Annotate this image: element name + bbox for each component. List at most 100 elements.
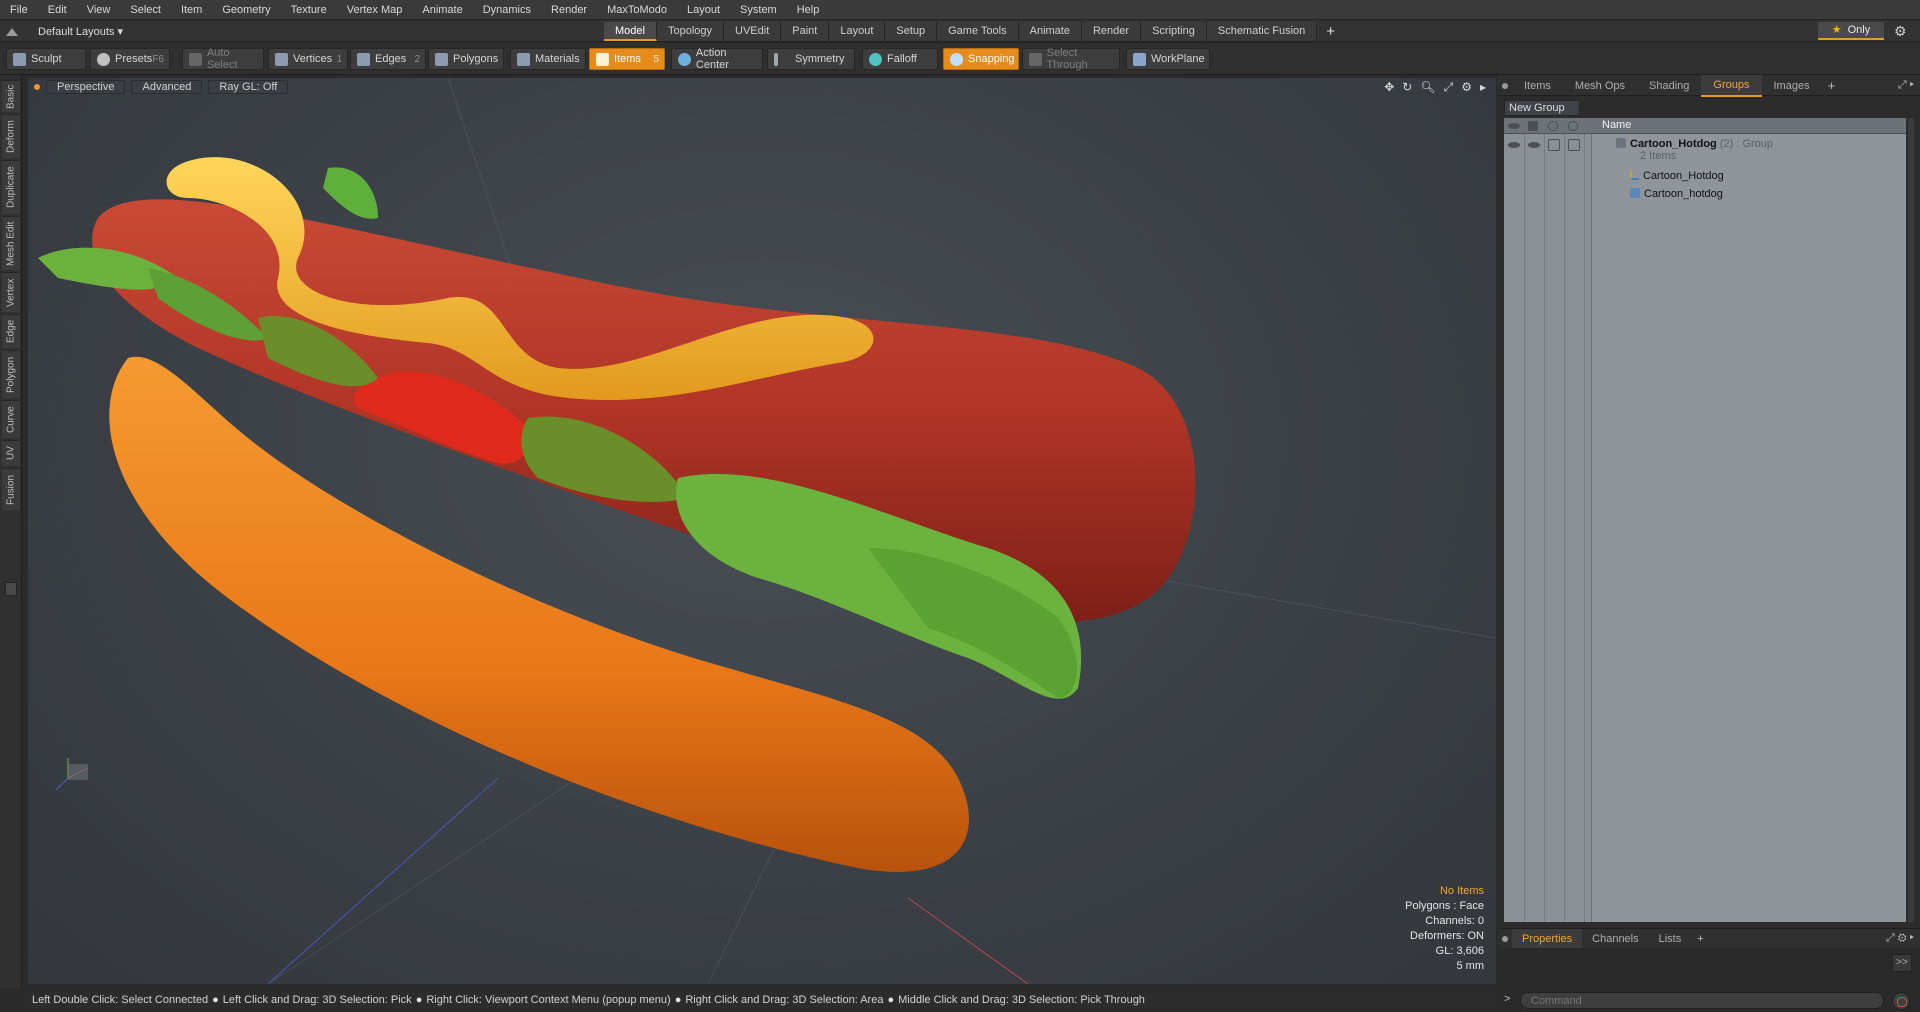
expand-properties-icon[interactable]: >> xyxy=(1892,954,1912,972)
3d-viewport[interactable]: Perspective Advanced Ray GL: Off ✥ ↻ 🔍︎ … xyxy=(28,78,1496,984)
tab-lists[interactable]: Lists xyxy=(1649,929,1692,949)
render-column-icon[interactable] xyxy=(1528,121,1538,131)
name-column-header[interactable]: Name xyxy=(1602,119,1631,131)
tab-polygon[interactable]: Polygon xyxy=(2,350,20,398)
new-group-button[interactable]: New Group xyxy=(1504,100,1580,116)
sculpt-button[interactable]: Sculpt xyxy=(6,48,86,70)
panel-expand-icon[interactable]: ⤢ ▸ xyxy=(1898,79,1914,92)
tab-duplicate[interactable]: Duplicate xyxy=(2,160,20,214)
menu-geometry[interactable]: Geometry xyxy=(212,0,280,20)
presets-button[interactable]: Presets F6 xyxy=(90,48,170,70)
visibility-column-icon[interactable] xyxy=(1508,120,1522,132)
menu-animate[interactable]: Animate xyxy=(412,0,472,20)
group-visibility-icon[interactable] xyxy=(1508,139,1520,151)
group-lock-checkbox[interactable] xyxy=(1548,139,1560,151)
tab-mesh-ops[interactable]: Mesh Ops xyxy=(1563,76,1637,96)
properties-menu-dot[interactable] xyxy=(1502,935,1508,942)
menu-select[interactable]: Select xyxy=(120,0,171,20)
menu-help[interactable]: Help xyxy=(787,0,830,20)
shading-mode-button[interactable]: Advanced xyxy=(131,80,203,94)
select-through-button[interactable]: Select Through xyxy=(1022,47,1120,71)
menu-render[interactable]: Render xyxy=(541,0,597,20)
menu-item[interactable]: Item xyxy=(171,0,212,20)
tab-paint[interactable]: Paint xyxy=(781,22,830,41)
status-hint: Middle Click and Drag: 3D Selection: Pic… xyxy=(898,994,1145,1006)
layout-selector[interactable]: Default Layouts ▾ xyxy=(6,22,123,40)
strip-toggle[interactable] xyxy=(5,582,17,596)
symmetry-button[interactable]: Symmetry xyxy=(767,48,855,70)
tab-animate[interactable]: Animate xyxy=(1018,22,1082,41)
auto-select-button[interactable]: Auto Select xyxy=(182,47,264,71)
tab-scripting[interactable]: Scripting xyxy=(1141,22,1207,41)
add-layout-tab-button[interactable]: + xyxy=(1317,22,1344,42)
panel-menu-dot[interactable] xyxy=(1502,82,1508,89)
tab-topology[interactable]: Topology xyxy=(656,22,725,41)
snapping-button[interactable]: Snapping xyxy=(943,48,1019,70)
menu-layout[interactable]: Layout xyxy=(677,0,730,20)
polygons-button[interactable]: Polygons xyxy=(428,48,504,70)
list-item[interactable]: Cartoon_Hotdog xyxy=(1504,168,1906,186)
menu-dynamics[interactable]: Dynamics xyxy=(473,0,541,20)
only-button[interactable]: ★ Only xyxy=(1818,22,1884,40)
expand-arrow-icon[interactable]: ▸ xyxy=(1480,80,1486,95)
menu-system[interactable]: System xyxy=(730,0,787,20)
menu-file[interactable]: File xyxy=(0,0,38,20)
lock-column-icon[interactable] xyxy=(1548,121,1558,131)
menu-vertex-map[interactable]: Vertex Map xyxy=(337,0,413,20)
group-row[interactable]: Cartoon_Hotdog (2) : Group 2 Items xyxy=(1504,136,1906,168)
tab-basic[interactable]: Basic xyxy=(2,80,20,112)
group-render-icon[interactable] xyxy=(1528,139,1540,151)
tab-uv[interactable]: UV xyxy=(2,440,20,466)
tab-deform[interactable]: Deform xyxy=(2,114,20,158)
action-center-button[interactable]: Action Center xyxy=(671,47,763,71)
tab-items[interactable]: Items xyxy=(1512,76,1563,96)
viewport-settings-icon[interactable]: ⚙ xyxy=(1461,80,1472,95)
edges-button[interactable]: Edges 2 xyxy=(350,48,426,70)
select-column-icon[interactable] xyxy=(1568,121,1578,131)
command-input[interactable] xyxy=(1520,992,1884,1009)
maximize-icon[interactable]: ⤢ xyxy=(1444,80,1454,95)
groups-scrollbar[interactable] xyxy=(1908,118,1914,922)
raygl-button[interactable]: Ray GL: Off xyxy=(208,80,289,94)
workplane-button[interactable]: WorkPlane xyxy=(1126,48,1210,70)
add-properties-tab-button[interactable]: + xyxy=(1691,933,1709,945)
tab-images[interactable]: Images xyxy=(1762,76,1822,96)
tab-curve[interactable]: Curve xyxy=(2,400,20,438)
tab-fusion[interactable]: Fusion xyxy=(2,468,20,510)
items-button[interactable]: Items 5 xyxy=(589,48,665,70)
tab-shading[interactable]: Shading xyxy=(1637,76,1701,96)
view-mode-button[interactable]: Perspective xyxy=(46,80,126,94)
menu-edit[interactable]: Edit xyxy=(38,0,77,20)
menu-texture[interactable]: Texture xyxy=(281,0,337,20)
tab-vertex[interactable]: Vertex xyxy=(2,272,20,312)
tab-properties[interactable]: Properties xyxy=(1512,928,1583,949)
command-history-icon[interactable] xyxy=(1892,992,1910,1010)
auto-select-label: Auto Select xyxy=(206,47,238,71)
tab-model[interactable]: Model xyxy=(604,22,657,41)
tab-channels[interactable]: Channels xyxy=(1582,929,1648,949)
tab-mesh-edit[interactable]: Mesh Edit xyxy=(2,216,20,270)
tab-schematic-fusion[interactable]: Schematic Fusion xyxy=(1206,22,1318,41)
tab-groups[interactable]: Groups xyxy=(1701,74,1762,97)
tab-edge[interactable]: Edge xyxy=(2,314,20,348)
tab-game-tools[interactable]: Game Tools xyxy=(937,22,1019,41)
viewport-menu-dot[interactable] xyxy=(34,84,40,90)
list-item[interactable]: Cartoon_hotdog xyxy=(1504,186,1906,204)
rotate-icon[interactable]: ↻ xyxy=(1402,80,1412,95)
falloff-button[interactable]: Falloff xyxy=(862,48,938,70)
presets-icon xyxy=(97,52,110,66)
materials-button[interactable]: Materials xyxy=(510,48,586,70)
tab-setup[interactable]: Setup xyxy=(885,22,938,41)
gear-icon[interactable]: ⚙ xyxy=(1894,23,1907,39)
zoom-icon[interactable]: 🔍︎ xyxy=(1420,80,1435,95)
properties-settings-icon[interactable]: ⤢ ⚙ ▸ xyxy=(1886,932,1914,945)
menu-view[interactable]: View xyxy=(77,0,121,20)
add-panel-tab-button[interactable]: + xyxy=(1822,78,1842,93)
tab-layout[interactable]: Layout xyxy=(829,22,886,41)
tab-render[interactable]: Render xyxy=(1081,22,1142,41)
menu-maxtomodo[interactable]: MaxToModo xyxy=(597,0,677,20)
pan-icon[interactable]: ✥ xyxy=(1384,80,1394,95)
vertices-button[interactable]: Vertices 1 xyxy=(268,48,348,70)
group-select-checkbox[interactable] xyxy=(1568,139,1580,151)
tab-uvedit[interactable]: UVEdit xyxy=(724,22,782,41)
